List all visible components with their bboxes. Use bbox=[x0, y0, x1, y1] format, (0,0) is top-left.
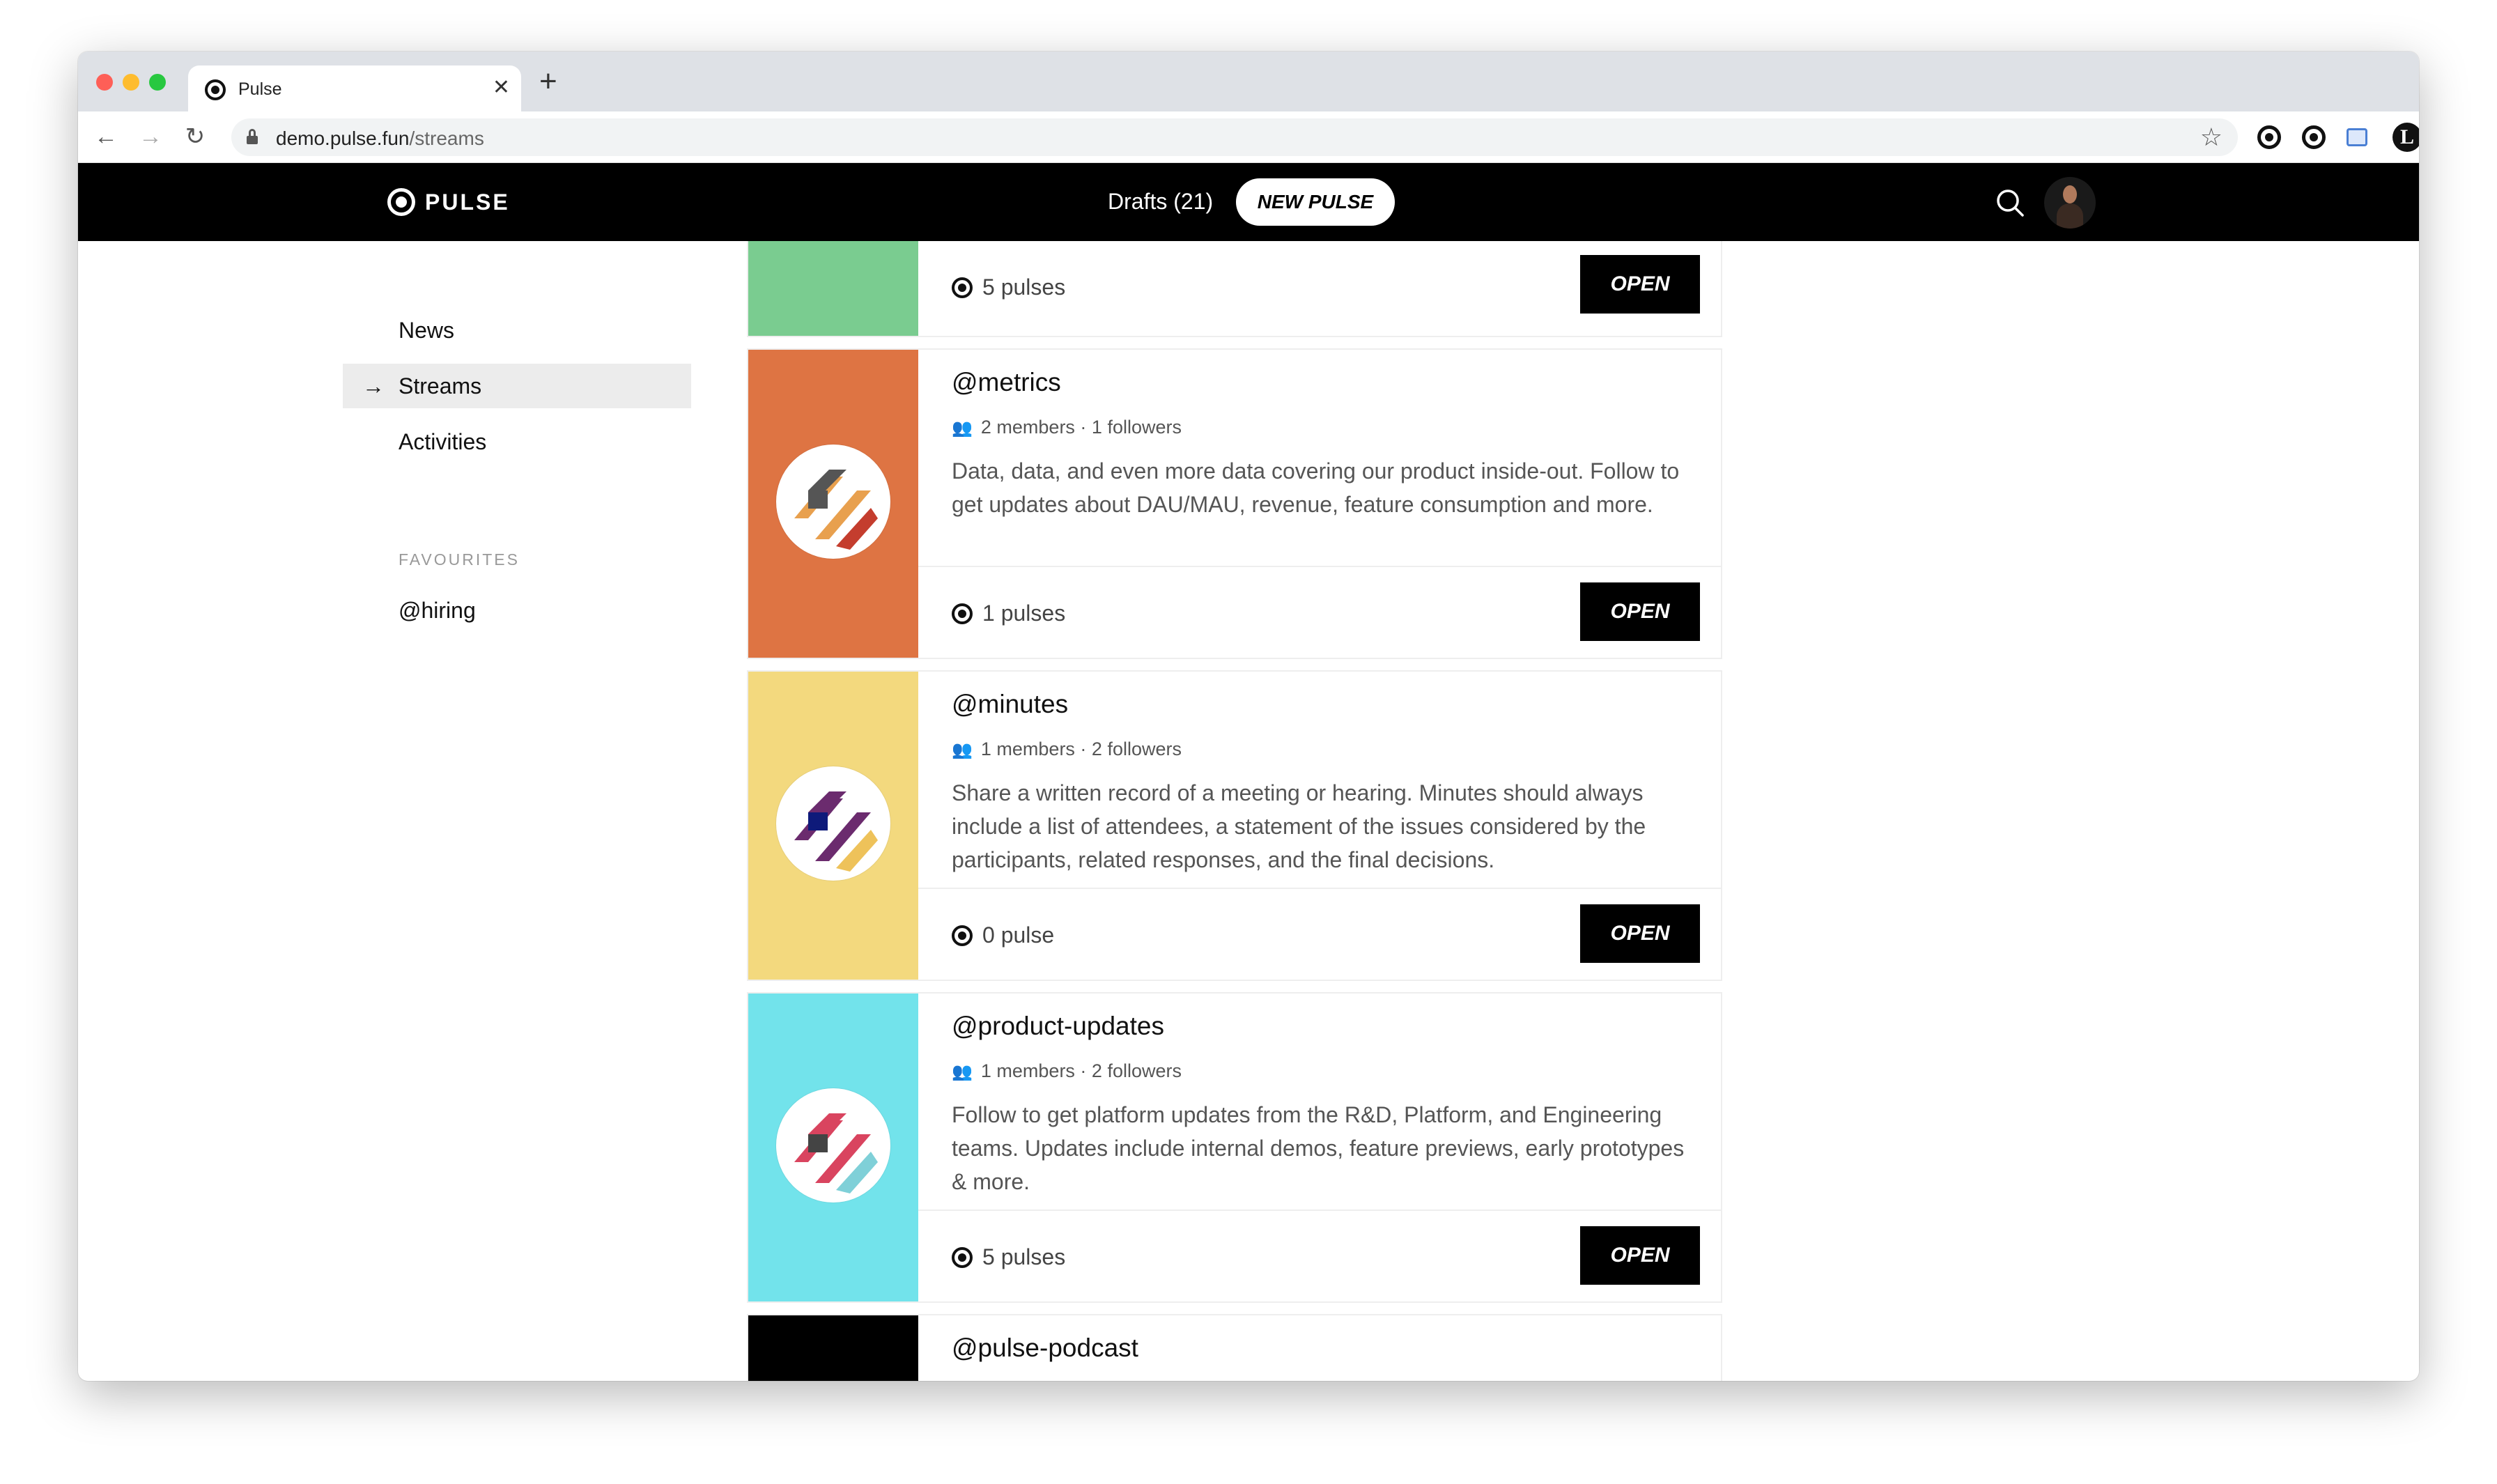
stream-name[interactable]: @metrics bbox=[952, 368, 1061, 397]
maximize-window-button[interactable] bbox=[149, 74, 166, 91]
stream-avatar bbox=[776, 1088, 890, 1203]
sidebar-item-label: Streams bbox=[399, 373, 482, 399]
new-pulse-button[interactable]: NEW PULSE bbox=[1236, 178, 1395, 226]
stream-footer: 1 pulses OPEN bbox=[918, 566, 1721, 659]
pulse-icon bbox=[952, 925, 973, 946]
stream-card: @pulse-podcast bbox=[747, 1314, 1722, 1381]
stream-description: Data, data, and even more data covering … bbox=[952, 458, 1680, 517]
reload-icon[interactable]: ↻ bbox=[181, 123, 209, 150]
tab-bar: Pulse ✕ + bbox=[78, 52, 2419, 111]
user-avatar[interactable] bbox=[2044, 177, 2096, 229]
stream-description: Share a written record of a meeting or h… bbox=[952, 780, 1646, 872]
stream-cover bbox=[748, 241, 918, 336]
open-stream-button[interactable]: OPEN bbox=[1580, 582, 1700, 641]
stream-meta: 👥 2 members · 1 followers bbox=[952, 417, 1182, 438]
sidebar-item-hiring[interactable]: @hiring bbox=[343, 588, 691, 633]
stream-card: @metrics 👥 2 members · 1 followers Data, … bbox=[747, 348, 1722, 659]
new-tab-button[interactable]: + bbox=[539, 65, 557, 98]
stream-avatar-pattern bbox=[780, 1092, 886, 1198]
people-icon: 👥 bbox=[952, 741, 973, 759]
stream-footer: 0 pulse OPEN bbox=[918, 888, 1721, 981]
open-stream-button[interactable]: OPEN bbox=[1580, 255, 1700, 314]
favourites-heading: FAVOURITES bbox=[399, 550, 520, 569]
sidebar-item-label: @hiring bbox=[399, 598, 476, 623]
url-text: demo.pulse.fun/streams bbox=[276, 127, 484, 149]
pulse-extension-icon[interactable] bbox=[2257, 125, 2281, 149]
bookmark-star-icon[interactable]: ☆ bbox=[2200, 123, 2222, 152]
stream-avatar bbox=[776, 445, 890, 559]
sidebar-item-label: News bbox=[399, 318, 455, 343]
stream-cover bbox=[748, 350, 918, 658]
logo-text: PULSE bbox=[425, 189, 510, 215]
sidebar-item-news[interactable]: News bbox=[343, 308, 691, 353]
minimize-window-button[interactable] bbox=[123, 74, 139, 91]
open-stream-button[interactable]: OPEN bbox=[1580, 904, 1700, 963]
profile-avatar-icon[interactable]: L bbox=[2392, 123, 2419, 152]
close-tab-icon[interactable]: ✕ bbox=[493, 75, 510, 100]
close-window-button[interactable] bbox=[96, 74, 113, 91]
pulse-icon bbox=[952, 603, 973, 624]
extension-icon[interactable] bbox=[2347, 128, 2367, 146]
sidebar-item-streams[interactable]: → Streams bbox=[343, 364, 691, 408]
search-icon[interactable] bbox=[1995, 188, 2025, 217]
app-header: PULSE Drafts (21) NEW PULSE bbox=[78, 163, 2419, 241]
pulse-extension-icon-2[interactable] bbox=[2302, 125, 2326, 149]
stream-avatar-pattern bbox=[780, 449, 886, 555]
stream-cover bbox=[748, 1315, 918, 1381]
back-arrow-icon[interactable]: ← bbox=[92, 123, 120, 150]
stream-name[interactable]: @pulse-podcast bbox=[952, 1334, 1138, 1363]
pulse-icon bbox=[952, 1246, 973, 1268]
stream-name[interactable]: @product-updates bbox=[952, 1012, 1164, 1041]
sidebar-item-activities[interactable]: Activities bbox=[343, 419, 691, 464]
pulse-count: 0 pulse bbox=[952, 922, 1054, 948]
stream-meta: 👥 1 members · 2 followers bbox=[952, 739, 1182, 759]
stream-description: Follow to get platform updates from the … bbox=[952, 1102, 1685, 1194]
open-stream-button[interactable]: OPEN bbox=[1580, 1226, 1700, 1285]
pulse-count: 5 pulses bbox=[952, 275, 1065, 300]
stream-cover bbox=[748, 994, 918, 1301]
stream-footer: 5 pulses OPEN bbox=[918, 1209, 1721, 1303]
forward-arrow-icon[interactable]: → bbox=[137, 123, 164, 150]
arrow-right-icon: → bbox=[362, 373, 385, 399]
stream-meta: 👥 1 members · 2 followers bbox=[952, 1060, 1182, 1081]
stream-avatar bbox=[776, 766, 890, 881]
lock-icon bbox=[247, 129, 258, 144]
pulse-count: 5 pulses bbox=[952, 1244, 1065, 1270]
address-bar[interactable]: demo.pulse.fun/streams ☆ bbox=[231, 118, 2238, 156]
stream-cover bbox=[748, 672, 918, 980]
browser-toolbar: ← → ↻ demo.pulse.fun/streams ☆ L ⋮ bbox=[78, 111, 2419, 163]
browser-window: Pulse ✕ + ← → ↻ demo.pulse.fun/streams ☆… bbox=[78, 52, 2419, 1381]
tab-title: Pulse bbox=[238, 79, 282, 99]
pulse-logo-icon bbox=[387, 188, 415, 216]
drafts-link[interactable]: Drafts (21) bbox=[1108, 189, 1213, 215]
stream-avatar-pattern bbox=[780, 771, 886, 876]
pulse-count: 1 pulses bbox=[952, 601, 1065, 626]
pulse-icon bbox=[952, 277, 973, 298]
stream-card: 5 pulses OPEN bbox=[747, 241, 1722, 337]
sidebar-item-label: Activities bbox=[399, 429, 487, 454]
stream-card: @minutes 👥 1 members · 2 followers Share … bbox=[747, 670, 1722, 981]
stream-card: @product-updates 👥 1 members · 2 follower… bbox=[747, 992, 1722, 1303]
pulse-favicon-icon bbox=[205, 79, 226, 100]
browser-tab[interactable]: Pulse ✕ bbox=[188, 65, 521, 111]
stream-name[interactable]: @minutes bbox=[952, 690, 1068, 719]
people-icon: 👥 bbox=[952, 1062, 973, 1081]
people-icon: 👥 bbox=[952, 419, 973, 438]
pulse-logo[interactable]: PULSE bbox=[387, 188, 510, 216]
